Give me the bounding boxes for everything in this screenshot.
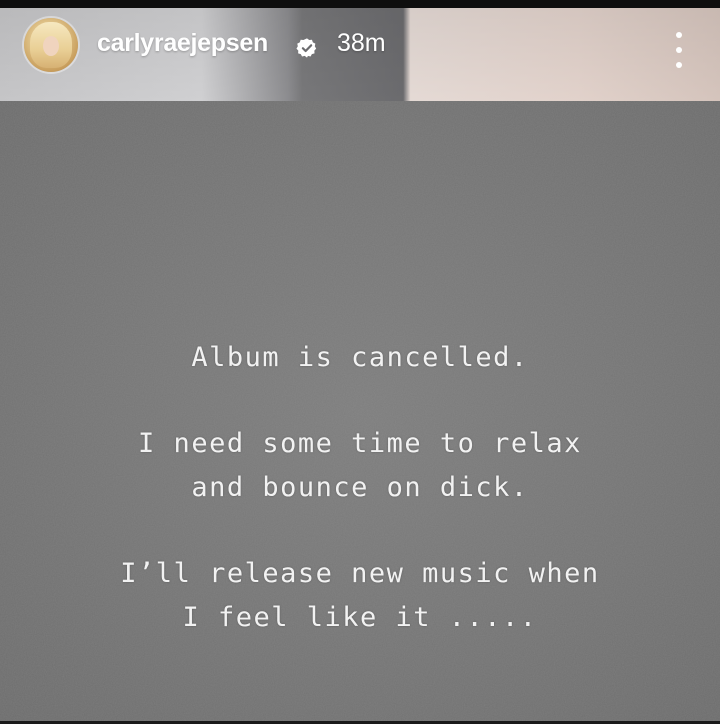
more-vertical-icon-dot xyxy=(676,47,682,53)
avatar-face xyxy=(43,36,59,56)
story-text-line: I need some time to relax xyxy=(138,428,582,459)
more-vertical-icon-dot xyxy=(676,62,682,68)
story-text-line: and bounce on dick. xyxy=(191,472,529,503)
username-link[interactable]: carlyraejepsen xyxy=(97,29,268,58)
profile-avatar[interactable] xyxy=(24,18,78,72)
top-bar-edge xyxy=(0,0,720,8)
story-text-line: Album is cancelled. xyxy=(191,342,529,373)
story-message: Album is cancelled. I need some time to … xyxy=(0,336,720,640)
story-text-line: I feel like it ..... xyxy=(182,602,538,633)
story-header: carlyraejepsen 38m xyxy=(0,8,720,101)
post-timestamp: 38m xyxy=(337,29,386,57)
more-vertical-icon xyxy=(676,32,682,38)
verified-badge-icon xyxy=(296,38,317,58)
story-content[interactable]: Album is cancelled. I need some time to … xyxy=(0,101,720,721)
story-text-line: I’ll release new music when xyxy=(120,558,600,589)
more-options-button[interactable] xyxy=(664,30,694,70)
